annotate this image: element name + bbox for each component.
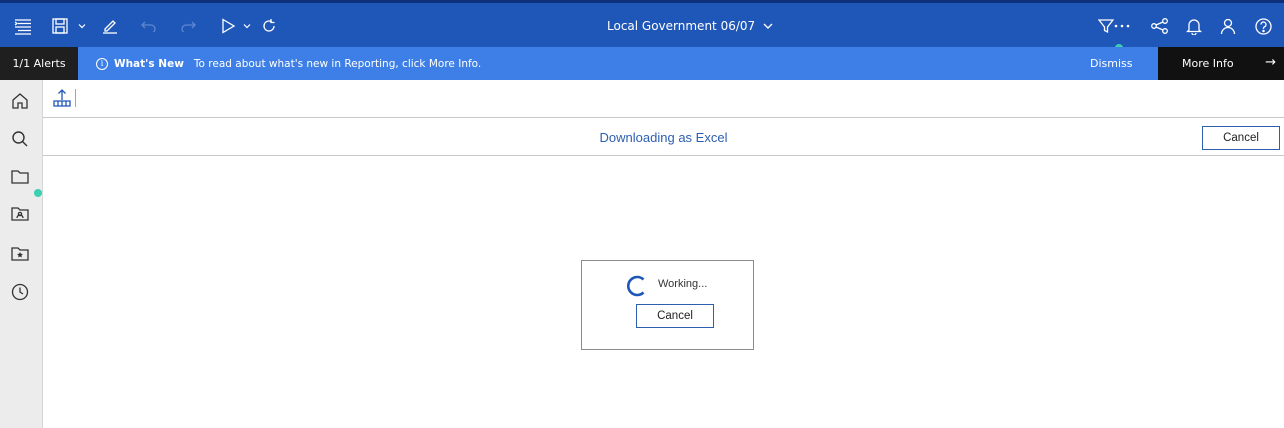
search-icon[interactable] <box>9 128 31 150</box>
chevron-down-icon[interactable] <box>78 15 86 37</box>
download-status-text: Downloading as Excel <box>599 130 728 145</box>
top-toolbar: Local Government 06/07 <box>0 0 1284 52</box>
folder-icon[interactable] <box>9 166 31 188</box>
save-icon[interactable] <box>52 15 68 37</box>
team-folder-icon[interactable] <box>9 203 31 225</box>
cancel-working-button[interactable]: Cancel <box>636 304 714 328</box>
home-icon[interactable] <box>9 90 31 112</box>
arrow-right-icon: → <box>1265 55 1276 70</box>
left-sidebar <box>0 80 43 428</box>
secondary-toolbar <box>43 80 1284 118</box>
spinner-icon <box>626 275 648 297</box>
redo-icon[interactable] <box>180 15 196 37</box>
alert-bar: 1/1 Alerts i What's New To read about wh… <box>0 47 1284 80</box>
report-title-dropdown[interactable]: Local Government 06/07 <box>607 16 773 36</box>
more-info-button[interactable]: More Info → <box>1158 47 1284 80</box>
working-dialog: Working... Cancel <box>581 260 754 350</box>
report-title: Local Government 06/07 <box>607 19 756 33</box>
toolbar-divider <box>75 89 76 107</box>
bell-icon[interactable] <box>1186 15 1202 37</box>
upload-icon[interactable] <box>50 86 74 110</box>
undo-icon[interactable] <box>141 15 157 37</box>
run-icon[interactable] <box>221 15 236 37</box>
recent-icon[interactable] <box>9 281 31 303</box>
cancel-download-button[interactable]: Cancel <box>1202 126 1280 150</box>
favorites-folder-icon[interactable] <box>9 243 31 265</box>
notification-dot <box>34 189 42 197</box>
help-icon[interactable] <box>1255 15 1272 37</box>
alert-text: To read about what's new in Reporting, c… <box>193 57 482 70</box>
share-icon[interactable] <box>1151 15 1169 37</box>
user-icon[interactable] <box>1220 15 1236 37</box>
edit-icon[interactable] <box>102 15 118 37</box>
working-text: Working... <box>658 278 708 290</box>
chevron-down-icon <box>763 19 773 33</box>
chevron-down-icon[interactable] <box>243 15 251 37</box>
dismiss-button[interactable]: Dismiss <box>1090 47 1133 80</box>
download-status-bar: Downloading as Excel Cancel <box>43 119 1284 156</box>
alert-message: i What's New To read about what's new in… <box>96 47 481 80</box>
more-icon[interactable] <box>1112 15 1132 37</box>
more-info-label: More Info <box>1182 57 1234 70</box>
alert-count[interactable]: 1/1 Alerts <box>0 47 78 80</box>
info-icon: i <box>96 57 108 70</box>
refresh-icon[interactable] <box>261 15 277 37</box>
hamburger-icon[interactable] <box>14 15 32 37</box>
alert-heading: What's New <box>114 57 184 70</box>
